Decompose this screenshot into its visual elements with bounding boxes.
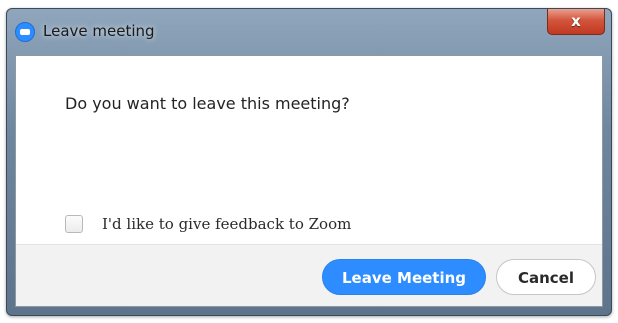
feedback-checkbox[interactable] [65,215,83,233]
leave-meeting-button[interactable]: Leave Meeting [322,259,486,295]
window-title: Leave meeting [43,22,155,40]
leave-prompt-text: Do you want to leave this meeting? [65,94,350,113]
title-bar[interactable]: Leave meeting x [7,9,611,55]
leave-meeting-window: Leave meeting x Do you want to leave thi… [6,8,612,316]
dialog-body: Do you want to leave this meeting? I'd l… [15,55,603,307]
zoom-logo-icon [15,22,35,42]
feedback-option[interactable]: I'd like to give feedback to Zoom [65,213,351,235]
cancel-button[interactable]: Cancel [496,259,596,295]
close-button[interactable]: x [547,9,605,35]
dialog-footer: Leave Meeting Cancel [16,244,602,306]
feedback-label: I'd like to give feedback to Zoom [102,215,352,233]
close-icon: x [571,12,581,30]
